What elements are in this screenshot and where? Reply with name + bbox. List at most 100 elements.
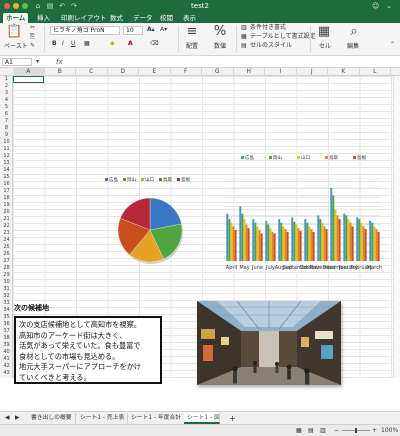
row-header[interactable]: 25 [0,244,12,251]
row-header[interactable]: 42 [0,363,12,370]
row-header[interactable]: 19 [0,202,12,209]
row-header[interactable]: 24 [0,237,12,244]
row-header[interactable]: 28 [0,265,12,272]
tab-insert[interactable]: 挿入 [34,13,53,23]
cell-style-label[interactable]: セルのスタイル [250,42,292,50]
font-size-select[interactable]: 10 [123,26,143,35]
row-header[interactable]: 2 [0,83,12,90]
number-label[interactable]: 数値 [214,43,226,51]
row-header[interactable]: 13 [0,160,12,167]
shrink-font-icon[interactable]: A▾ [160,26,167,34]
smiley-icon[interactable]: ☺ [372,1,379,11]
edit-label[interactable]: 編集 [347,43,359,51]
align-label[interactable]: 配置 [186,43,198,51]
row-header[interactable]: 27 [0,258,12,265]
row-header[interactable]: 37 [0,328,12,335]
row-header[interactable]: 20 [0,209,12,216]
tab-data[interactable]: データ [130,13,156,23]
row-header[interactable]: 23 [0,230,12,237]
column-header[interactable]: C [76,68,108,76]
row-header[interactable]: 34 [0,307,12,314]
row-header[interactable]: 21 [0,216,12,223]
next-sheet-icon[interactable]: ▶ [12,413,22,424]
row-header[interactable]: 29 [0,272,12,279]
row-header[interactable]: 22 [0,223,12,230]
row-header[interactable]: 30 [0,279,12,286]
tab-page-layout[interactable]: 印刷レイアウト [58,13,110,23]
row-header[interactable]: 3 [0,90,12,97]
column-header[interactable]: D [108,68,139,76]
row-header[interactable]: 5 [0,104,12,111]
column-header[interactable]: I [265,68,297,76]
row-header[interactable]: 1 [0,76,12,83]
normal-view-icon[interactable]: ▦ [296,427,302,435]
tab-formulas[interactable]: 数式 [107,13,126,23]
row-header[interactable]: 16 [0,181,12,188]
chevron-down-icon[interactable]: ⌄ [386,1,392,11]
pie-chart[interactable]: 広島 岡山 山口 鳥取 島根 [100,178,198,274]
search-icon[interactable]: ⌕ [346,25,362,39]
table-format-label[interactable]: テーブルとして書式設定 [250,33,315,41]
row-header[interactable]: 15 [0,174,12,181]
row-header[interactable]: 35 [0,314,12,321]
tab-review[interactable]: 校閲 [157,13,176,23]
zoom-out-icon[interactable]: − [334,427,339,435]
cond-format-label[interactable]: 条件付き書式 [250,24,286,32]
prev-sheet-icon[interactable]: ◀ [2,413,12,424]
notes-textbox[interactable]: 次の支店候補地として高知市を視察。 高知市のアーケード街は大きく、 活気があって… [14,316,162,384]
zoom-slider-thumb[interactable] [355,428,357,433]
fx-icon[interactable]: fx [56,57,63,67]
align-icon[interactable]: ≡ [184,25,200,39]
row-header[interactable]: 40 [0,349,12,356]
fill-color-icon[interactable]: ◆ [110,40,115,48]
column-header[interactable]: J [297,68,328,76]
zoom-in-icon[interactable]: + [372,427,377,435]
sheet-tab[interactable]: シート1 - 売上表 [77,413,129,424]
row-header[interactable]: 4 [0,97,12,104]
font-name-select[interactable]: ヒラギノ角ゴ ProN [50,26,120,35]
sheet-tab[interactable]: 書き出しの概要 [28,413,76,424]
border-icon[interactable]: ▦ [84,40,90,48]
active-cell[interactable] [13,76,44,83]
column-header[interactable]: G [202,68,234,76]
row-header[interactable]: 32 [0,293,12,300]
row-header[interactable]: 11 [0,146,12,153]
row-header[interactable]: 39 [0,342,12,349]
paste-label[interactable]: ペースト [4,43,28,51]
row-header[interactable]: 41 [0,356,12,363]
row-header[interactable]: 9 [0,132,12,139]
name-box[interactable]: A1 [2,58,32,66]
tab-home[interactable]: ホーム [3,13,29,23]
collapse-ribbon-icon[interactable]: ⌃ [390,41,395,49]
column-header[interactable]: K [328,68,360,76]
bar-chart[interactable]: 広島 岡山 山口 鳥取 島根 April May June July August Septemb… [211,156,383,276]
row-header[interactable]: 18 [0,195,12,202]
column-header[interactable]: H [234,68,265,76]
grow-font-icon[interactable]: A▴ [147,26,155,34]
arcade-photo[interactable] [197,301,341,385]
row-header[interactable]: 8 [0,125,12,132]
underline-icon[interactable]: U [71,40,75,48]
column-header[interactable]: F [171,68,202,76]
row-header[interactable]: 38 [0,335,12,342]
cond-format-icon[interactable]: ▥ [241,24,247,32]
row-header[interactable]: 33 [0,300,12,307]
column-header[interactable]: L [360,68,391,76]
row-header[interactable]: 31 [0,286,12,293]
clear-icon[interactable]: ⌫ [150,40,158,48]
row-header[interactable]: 43 [0,370,12,377]
cell-label[interactable]: セル [319,43,331,51]
cell-style-icon[interactable]: ▤ [241,42,247,50]
row-header[interactable]: 6 [0,111,12,118]
page-layout-view-icon[interactable]: ▤ [308,427,314,435]
italic-icon[interactable]: I [62,40,64,48]
vertical-scrollbar[interactable] [393,76,400,378]
row-header[interactable]: 14 [0,167,12,174]
font-color-icon[interactable]: A [128,40,133,48]
column-header[interactable]: B [45,68,76,76]
column-header[interactable]: A [13,68,45,76]
row-header[interactable]: 7 [0,118,12,125]
percent-icon[interactable]: % [212,25,228,39]
copy-icon[interactable]: ⎘ [30,33,35,41]
table-format-icon[interactable]: ▦ [241,33,247,41]
